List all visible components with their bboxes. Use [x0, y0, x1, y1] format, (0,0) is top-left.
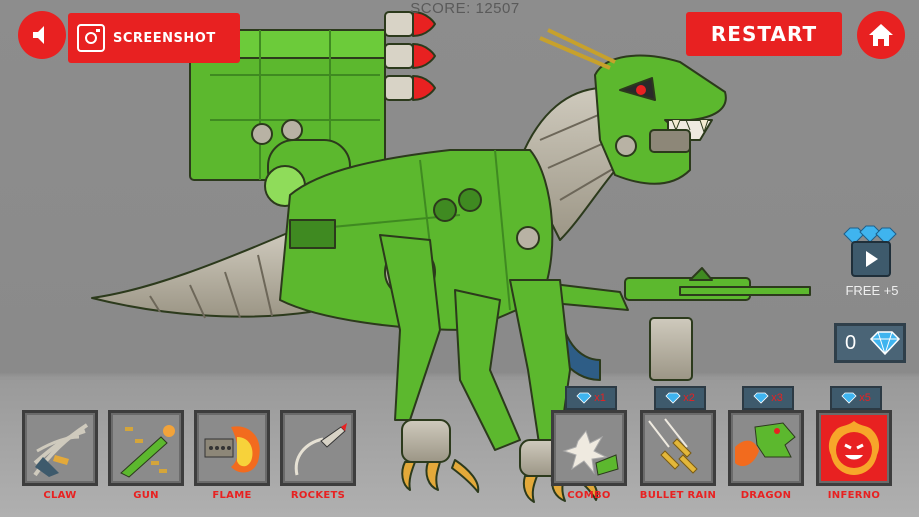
special-bullet-rain-button[interactable]	[640, 410, 716, 486]
bullet-rain-icon	[648, 418, 698, 474]
gem-icon	[576, 392, 592, 404]
special-combo-button[interactable]	[551, 410, 627, 486]
gem-counter: 0	[834, 323, 906, 363]
screenshot-button[interactable]: SCREENSHOT	[68, 13, 240, 63]
flame-icon	[204, 426, 260, 473]
special-dragon-label: DRAGON	[740, 490, 792, 501]
gem-icon	[841, 392, 857, 404]
combo-cost: x1	[594, 392, 606, 404]
weapon-claw-label: CLAW	[43, 490, 77, 501]
screenshot-label: SCREENSHOT	[113, 30, 216, 46]
video-icon	[851, 241, 891, 277]
restart-button[interactable]: RESTART	[686, 12, 842, 56]
weapon-gun-label: GUN	[133, 490, 159, 501]
special-inferno-label: INFERNO	[827, 490, 881, 501]
gem-icon	[665, 392, 681, 404]
weapon-gun-button[interactable]	[108, 410, 184, 486]
combo-icon	[562, 429, 619, 476]
dragon-icon	[735, 422, 796, 467]
claw-icon	[33, 423, 89, 477]
gem-icon	[869, 331, 901, 355]
bullet-rain-cost: x2	[683, 392, 695, 404]
free-reward-label: FREE +5	[845, 283, 899, 298]
home-button[interactable]	[857, 11, 905, 59]
speaker-icon	[33, 26, 44, 44]
dragon-cost-badge: x3	[742, 386, 794, 410]
gun-icon	[120, 425, 175, 478]
score-value: 12507	[475, 0, 520, 17]
inferno-cost-badge: x5	[830, 386, 882, 410]
special-bullet-rain-label: BULLET RAIN	[639, 490, 717, 501]
rocket-icon	[294, 423, 347, 476]
game-stage: SCREENSHOT SCORE: 12507 RESTART FREE +5 …	[0, 0, 919, 517]
score-display: SCORE: 12507	[380, 0, 550, 17]
weapon-rockets-label: ROCKETS	[290, 490, 346, 501]
gem-count: 0	[845, 331, 857, 354]
weapon-claw-button[interactable]	[22, 410, 98, 486]
camera-icon	[77, 24, 105, 52]
special-combo-label: COMBO	[567, 490, 611, 501]
inferno-icon	[828, 421, 880, 475]
free-gems-video-button[interactable]	[838, 224, 902, 282]
bullet-rain-cost-badge: x2	[654, 386, 706, 410]
weapon-flame-label: FLAME	[212, 490, 252, 501]
gem-icon	[753, 392, 769, 404]
sound-toggle-button[interactable]	[18, 11, 66, 59]
special-inferno-button[interactable]	[816, 410, 892, 486]
score-label: SCORE:	[410, 0, 471, 17]
dragon-cost: x3	[771, 392, 783, 404]
weapon-rockets-button[interactable]	[280, 410, 356, 486]
home-icon	[869, 24, 893, 46]
inferno-cost: x5	[859, 392, 871, 404]
weapon-flame-button[interactable]	[194, 410, 270, 486]
combo-cost-badge: x1	[565, 386, 617, 410]
special-dragon-button[interactable]	[728, 410, 804, 486]
